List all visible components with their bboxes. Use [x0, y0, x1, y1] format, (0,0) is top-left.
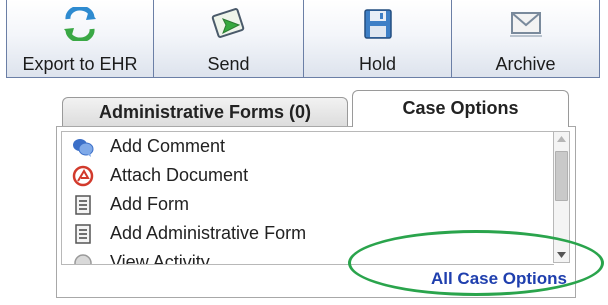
list-item-view-activity[interactable]: View Activity — [62, 248, 554, 265]
view-activity-label: View Activity — [110, 252, 210, 265]
send-icon — [209, 4, 249, 44]
tab-case-options-label: Case Options — [402, 98, 519, 118]
form-icon — [66, 194, 100, 215]
attach-document-label: Attach Document — [110, 165, 249, 185]
comment-bubbles-icon — [66, 137, 100, 157]
export-to-ehr-button[interactable]: Export to EHR — [6, 0, 154, 78]
case-options-panel: Add Comment Attach Document Add Form Add… — [56, 126, 576, 298]
attach-document-icon — [66, 165, 100, 187]
scroll-down-arrow-icon[interactable] — [554, 248, 569, 262]
tab-administrative-forms-label: Administrative Forms (0) — [98, 102, 312, 122]
add-comment-label: Add Comment — [110, 136, 226, 156]
hold-label: Hold — [358, 54, 397, 74]
add-form-label: Add Form — [110, 194, 190, 214]
hold-button[interactable]: Hold — [304, 0, 452, 78]
send-button[interactable]: Send — [154, 0, 304, 78]
tab-administrative-forms[interactable]: Administrative Forms (0) — [62, 97, 348, 127]
list-item-add-comment[interactable]: Add Comment — [62, 132, 554, 161]
archive-envelope-icon — [508, 4, 544, 44]
activity-icon — [66, 253, 100, 264]
scrollbar-thumb[interactable] — [555, 151, 568, 201]
export-to-ehr-label: Export to EHR — [22, 54, 138, 74]
save-disk-icon — [363, 4, 393, 44]
list-scrollbar[interactable] — [553, 131, 570, 263]
export-ehr-icon — [62, 4, 98, 44]
archive-label: Archive — [495, 54, 556, 74]
case-options-list: Add Comment Attach Document Add Form Add… — [61, 131, 554, 265]
send-label: Send — [207, 54, 250, 74]
all-case-options-link[interactable]: All Case Options — [431, 269, 567, 289]
add-administrative-form-label: Add Administrative Form — [110, 223, 307, 243]
action-toolbar: Export to EHR Send Hold Archive — [6, 0, 600, 78]
archive-button[interactable]: Archive — [452, 0, 600, 78]
list-item-add-administrative-form[interactable]: Add Administrative Form — [62, 219, 554, 248]
form-icon — [66, 223, 100, 244]
tab-case-options[interactable]: Case Options — [352, 90, 569, 127]
list-item-add-form[interactable]: Add Form — [62, 190, 554, 219]
list-item-attach-document[interactable]: Attach Document — [62, 161, 554, 190]
scroll-up-arrow-icon[interactable] — [554, 132, 569, 146]
